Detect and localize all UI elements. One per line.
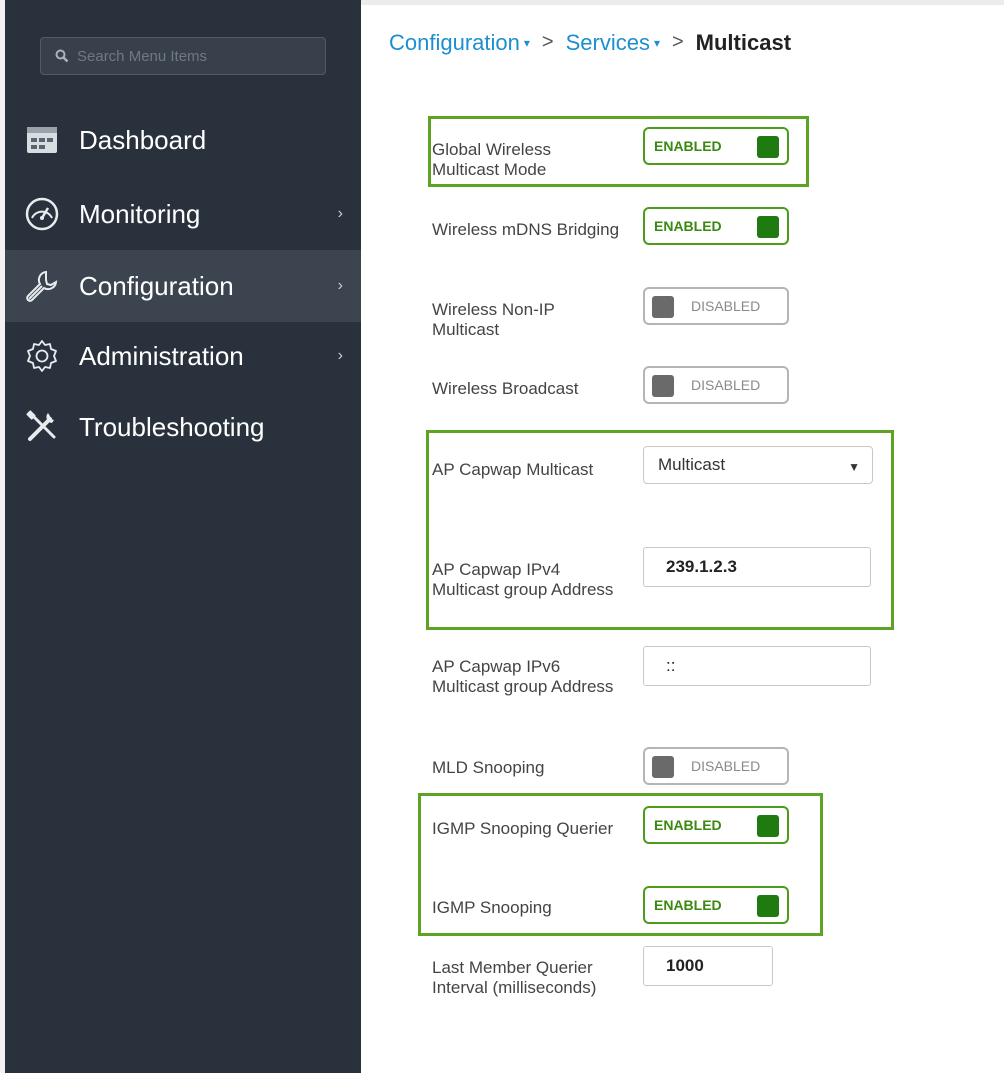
last-member-querier-interval-label: Last Member Querier Interval (millisecon… [432, 958, 597, 997]
ap-capwap-multicast-select[interactable]: Multicast ▼ [643, 446, 873, 484]
toggle-state-text: DISABLED [691, 377, 761, 393]
wireless-broadcast-label: Wireless Broadcast [432, 379, 579, 398]
toggle-state-text: DISABLED [691, 298, 761, 314]
dashboard-icon [23, 121, 61, 159]
toggle-knob [652, 296, 674, 318]
search-box[interactable] [40, 37, 326, 75]
toggle-state-text: ENABLED [654, 817, 722, 833]
monitoring-gauge-icon [23, 195, 61, 233]
ap-capwap-ipv4-input[interactable] [643, 547, 871, 587]
nav-item-label: Troubleshooting [79, 411, 265, 442]
dropdown-arrow-icon: ▼ [848, 460, 860, 474]
ap-capwap-ipv6-label: AP Capwap IPv6 Multicast group Address [432, 657, 614, 696]
breadcrumb-configuration-link[interactable]: Configuration [389, 30, 520, 56]
nav-item-label: Monitoring [79, 198, 201, 229]
chevron-right-icon: › [337, 347, 343, 364]
global-wireless-multicast-label: Global Wireless Multicast Mode [432, 140, 552, 179]
wireless-non-ip-multicast-label: Wireless Non-IP Multicast [432, 300, 555, 339]
igmp-snooping-querier-label: IGMP Snooping Querier [432, 819, 614, 838]
nav-item-label: Configuration [79, 270, 234, 301]
page-title: Multicast [695, 29, 792, 55]
wireless-non-ip-multicast-toggle[interactable]: DISABLED [643, 287, 789, 325]
nav-item-label: Dashboard [79, 124, 207, 155]
tools-icon [23, 408, 61, 446]
search-input[interactable] [77, 47, 297, 65]
wireless-broadcast-toggle[interactable]: DISABLED [643, 366, 789, 404]
nav-item-dashboard[interactable]: Dashboard [5, 104, 361, 176]
nav-item-monitoring[interactable]: Monitoring › [5, 178, 361, 250]
wireless-mdns-bridging-toggle[interactable]: ENABLED [643, 207, 789, 245]
sidebar: Dashboard Monitoring › Configuration › [0, 0, 361, 1073]
nav-item-label: Administration [79, 340, 244, 371]
ap-capwap-multicast-label: AP Capwap Multicast [432, 460, 594, 479]
toggle-knob [757, 216, 779, 238]
last-member-querier-interval-input[interactable] [643, 946, 773, 986]
mld-snooping-label: MLD Snooping [432, 758, 545, 777]
toggle-state-text: DISABLED [691, 758, 761, 774]
search-icon [55, 49, 69, 63]
breadcrumb-separator: > [671, 31, 684, 53]
toggle-knob [757, 136, 779, 158]
caret-down-icon[interactable]: ▾ [654, 36, 660, 50]
breadcrumb-separator: > [541, 31, 554, 53]
ap-capwap-ipv6-input[interactable] [643, 646, 871, 686]
nav-item-troubleshooting[interactable]: Troubleshooting [5, 391, 361, 463]
nav-item-configuration[interactable]: Configuration › [5, 250, 361, 322]
gear-icon [23, 337, 61, 375]
toggle-knob [757, 895, 779, 917]
breadcrumb-services-link[interactable]: Services [566, 30, 650, 56]
toggle-state-text: ENABLED [654, 218, 722, 234]
caret-down-icon[interactable]: ▾ [524, 36, 530, 50]
toggle-knob [652, 375, 674, 397]
global-wireless-multicast-toggle[interactable]: ENABLED [643, 127, 789, 165]
igmp-snooping-querier-toggle[interactable]: ENABLED [643, 806, 789, 844]
breadcrumb: Configuration ▾ > Services ▾ > Multicast [361, 0, 1004, 80]
toggle-knob [652, 756, 674, 778]
igmp-snooping-toggle[interactable]: ENABLED [643, 886, 789, 924]
toggle-state-text: ENABLED [654, 138, 722, 154]
chevron-right-icon: › [337, 205, 343, 222]
wireless-mdns-bridging-label: Wireless mDNS Bridging [432, 220, 620, 239]
wrench-icon [23, 267, 61, 305]
select-value: Multicast [658, 455, 726, 474]
toggle-state-text: ENABLED [654, 897, 722, 913]
chevron-right-icon: › [337, 277, 343, 294]
nav-item-administration[interactable]: Administration › [5, 320, 361, 392]
toggle-knob [757, 815, 779, 837]
igmp-snooping-label: IGMP Snooping [432, 898, 552, 917]
mld-snooping-toggle[interactable]: DISABLED [643, 747, 789, 785]
ap-capwap-ipv4-label: AP Capwap IPv4 Multicast group Address [432, 560, 614, 599]
